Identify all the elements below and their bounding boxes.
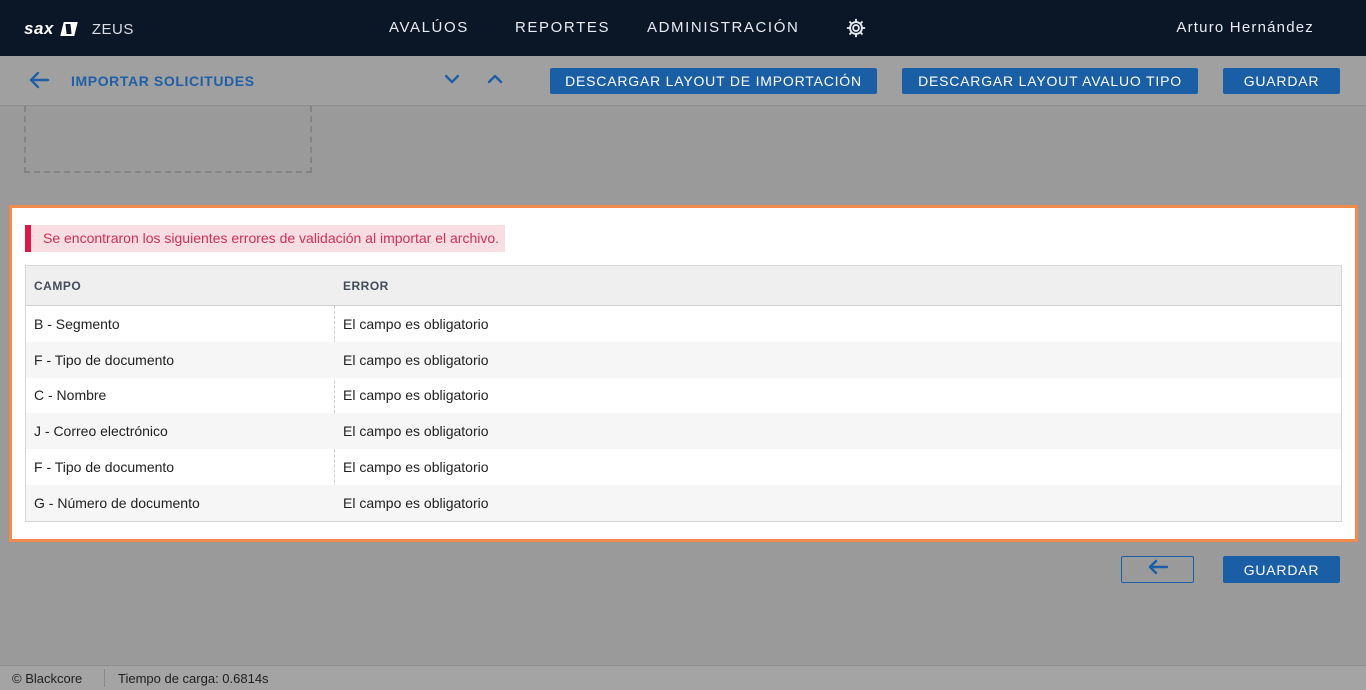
errors-table: CAMPO ERROR B - Segmento El campo es obl… — [25, 265, 1342, 522]
back-button[interactable] — [1121, 556, 1194, 583]
download-import-layout-button[interactable]: DESCARGAR LAYOUT DE IMPORTACIÓN — [550, 68, 877, 94]
page-title: IMPORTAR SOLICITUDES — [71, 73, 255, 89]
footer: © Blackcore Tiempo de carga: 0.6814s — [0, 665, 1366, 690]
cell-campo: F - Tipo de documento — [34, 352, 175, 368]
arrow-left-icon — [1146, 558, 1170, 581]
user-name[interactable]: Arturo Hernández — [1176, 19, 1314, 36]
cell-error: El campo es obligatorio — [343, 459, 489, 475]
cell-campo: C - Nombre — [34, 387, 107, 403]
column-header-error: ERROR — [343, 279, 389, 293]
cell-error: El campo es obligatorio — [343, 495, 489, 511]
nav-avaluos[interactable]: AVALÚOS — [389, 19, 469, 36]
copyright: © Blackcore — [12, 671, 83, 686]
table-header: CAMPO ERROR — [26, 266, 1341, 306]
cell-error: El campo es obligatorio — [343, 387, 489, 403]
table-row: C - Nombre El campo es obligatorio — [26, 377, 1341, 413]
column-header-campo: CAMPO — [34, 279, 82, 293]
table-row: G - Número de documento El campo es obli… — [26, 485, 1341, 521]
table-row: B - Segmento El campo es obligatorio — [26, 306, 1341, 342]
nav-administracion[interactable]: ADMINISTRACIÓN — [647, 19, 799, 36]
back-arrow-icon[interactable] — [28, 68, 52, 92]
table-row: F - Tipo de documento El campo es obliga… — [26, 449, 1341, 485]
save-bottom-button[interactable]: GUARDAR — [1223, 556, 1340, 583]
logo-mark: sax — [24, 19, 54, 38]
cell-error: El campo es obligatorio — [343, 423, 489, 439]
chevron-up-icon[interactable] — [486, 70, 504, 88]
page-toolbar: IMPORTAR SOLICITUDES DESCARGAR LAYOUT DE… — [0, 56, 1366, 106]
cell-campo: F - Tipo de documento — [34, 459, 175, 475]
footer-divider — [104, 669, 105, 687]
product-name: ZEUS — [91, 20, 134, 38]
cell-campo: J - Correo electrónico — [34, 423, 168, 439]
nav-reportes[interactable]: REPORTES — [515, 19, 610, 36]
gear-icon[interactable] — [845, 17, 867, 39]
load-time: Tiempo de carga: 0.6814s — [118, 671, 269, 686]
app-logo[interactable]: sax ZEUS — [24, 18, 134, 40]
cell-campo: G - Número de documento — [34, 495, 200, 511]
logo-slash-icon — [60, 22, 78, 36]
cell-error: El campo es obligatorio — [343, 316, 489, 332]
chevron-down-icon[interactable] — [443, 70, 461, 88]
table-row: J - Correo electrónico El campo es oblig… — [26, 413, 1341, 449]
save-button[interactable]: GUARDAR — [1223, 68, 1340, 94]
download-appraisal-layout-button[interactable]: DESCARGAR LAYOUT AVALUO TIPO — [902, 68, 1198, 94]
file-dropzone[interactable] — [24, 106, 312, 173]
cell-campo: B - Segmento — [34, 316, 120, 332]
cell-error: El campo es obligatorio — [343, 352, 489, 368]
validation-errors-panel: Se encontraron los siguientes errores de… — [9, 205, 1358, 542]
top-navigation-bar: sax ZEUS AVALÚOS REPORTES ADMINISTRACIÓN… — [0, 0, 1366, 56]
table-row: F - Tipo de documento El campo es obliga… — [26, 342, 1341, 378]
error-message: Se encontraron los siguientes errores de… — [25, 225, 506, 252]
